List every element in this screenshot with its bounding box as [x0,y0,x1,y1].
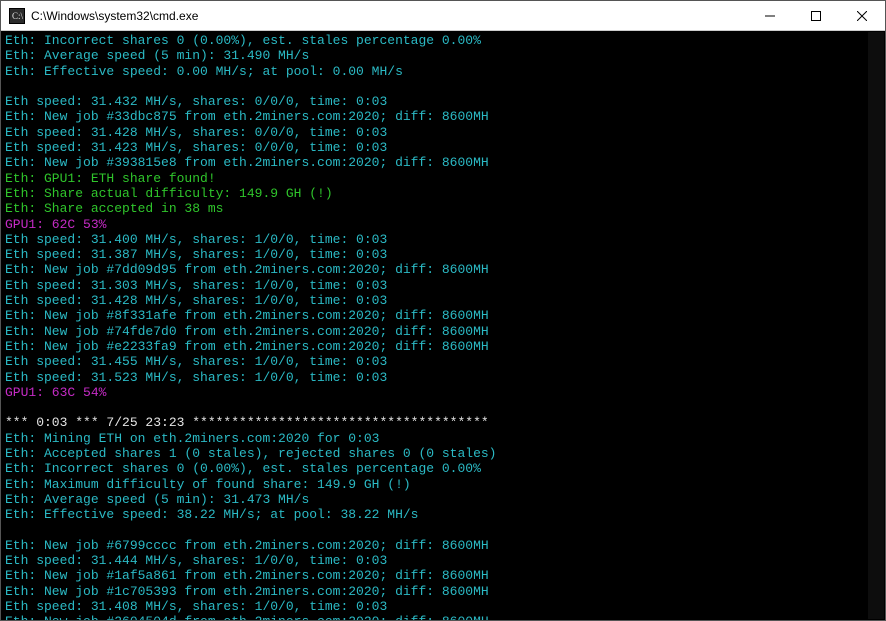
minimize-button[interactable] [747,1,793,30]
terminal-line: Eth: New job #2604504d from eth.2miners.… [5,614,881,620]
svg-text:C:\: C:\ [12,11,24,21]
terminal-line: GPU1: 62C 53% [5,217,881,232]
vertical-scrollbar[interactable] [868,32,884,619]
terminal-line: *** 0:03 *** 7/25 23:23 ****************… [5,415,881,430]
terminal-line: Eth: Effective speed: 38.22 MH/s; at poo… [5,507,881,522]
maximize-button[interactable] [793,1,839,30]
terminal-line: Eth speed: 31.400 MH/s, shares: 1/0/0, t… [5,232,881,247]
terminal-line: Eth speed: 31.423 MH/s, shares: 0/0/0, t… [5,140,881,155]
terminal-line: Eth speed: 31.432 MH/s, shares: 0/0/0, t… [5,94,881,109]
terminal-line: Eth: New job #74fde7d0 from eth.2miners.… [5,324,881,339]
terminal-line: Eth: GPU1: ETH share found! [5,171,881,186]
terminal-line: Eth: Average speed (5 min): 31.473 MH/s [5,492,881,507]
terminal-line: Eth: New job #33dbc875 from eth.2miners.… [5,109,881,124]
terminal-line: Eth: Accepted shares 1 (0 stales), rejec… [5,446,881,461]
terminal-line: Eth: Average speed (5 min): 31.490 MH/s [5,48,881,63]
terminal-line: Eth: New job #393815e8 from eth.2miners.… [5,155,881,170]
terminal-line: Eth speed: 31.303 MH/s, shares: 1/0/0, t… [5,278,881,293]
terminal-line: Eth speed: 31.428 MH/s, shares: 1/0/0, t… [5,293,881,308]
terminal-line: Eth: Maximum difficulty of found share: … [5,477,881,492]
terminal-line: Eth: New job #8f331afe from eth.2miners.… [5,308,881,323]
terminal-line: Eth: New job #1c705393 from eth.2miners.… [5,584,881,599]
terminal-line: Eth: New job #7dd09d95 from eth.2miners.… [5,262,881,277]
window-controls [747,1,885,30]
terminal-line [5,523,881,538]
terminal-line: Eth: Effective speed: 0.00 MH/s; at pool… [5,64,881,79]
terminal-line: Eth: Mining ETH on eth.2miners.com:2020 … [5,431,881,446]
terminal-line: Eth: New job #e2233fa9 from eth.2miners.… [5,339,881,354]
close-button[interactable] [839,1,885,30]
terminal-output[interactable]: Eth: Incorrect shares 0 (0.00%), est. st… [1,31,885,620]
terminal-line [5,79,881,94]
terminal-line: Eth speed: 31.428 MH/s, shares: 0/0/0, t… [5,125,881,140]
terminal-line: Eth: Incorrect shares 0 (0.00%), est. st… [5,33,881,48]
cmd-icon: C:\ [9,8,25,24]
terminal-line: Eth: New job #1af5a861 from eth.2miners.… [5,568,881,583]
terminal-line: Eth speed: 31.444 MH/s, shares: 1/0/0, t… [5,553,881,568]
terminal-line: Eth: Incorrect shares 0 (0.00%), est. st… [5,461,881,476]
cmd-window: C:\ C:\Windows\system32\cmd.exe Eth: Inc… [0,0,886,621]
window-title: C:\Windows\system32\cmd.exe [31,9,747,23]
terminal-line: GPU1: 63C 54% [5,385,881,400]
terminal-line: Eth: New job #6799cccc from eth.2miners.… [5,538,881,553]
terminal-line: Eth speed: 31.523 MH/s, shares: 1/0/0, t… [5,370,881,385]
titlebar[interactable]: C:\ C:\Windows\system32\cmd.exe [1,1,885,31]
terminal-line: Eth speed: 31.387 MH/s, shares: 1/0/0, t… [5,247,881,262]
terminal-line: Eth speed: 31.455 MH/s, shares: 1/0/0, t… [5,354,881,369]
terminal-line: Eth speed: 31.408 MH/s, shares: 1/0/0, t… [5,599,881,614]
terminal-line [5,400,881,415]
terminal-line: Eth: Share accepted in 38 ms [5,201,881,216]
terminal-line: Eth: Share actual difficulty: 149.9 GH (… [5,186,881,201]
